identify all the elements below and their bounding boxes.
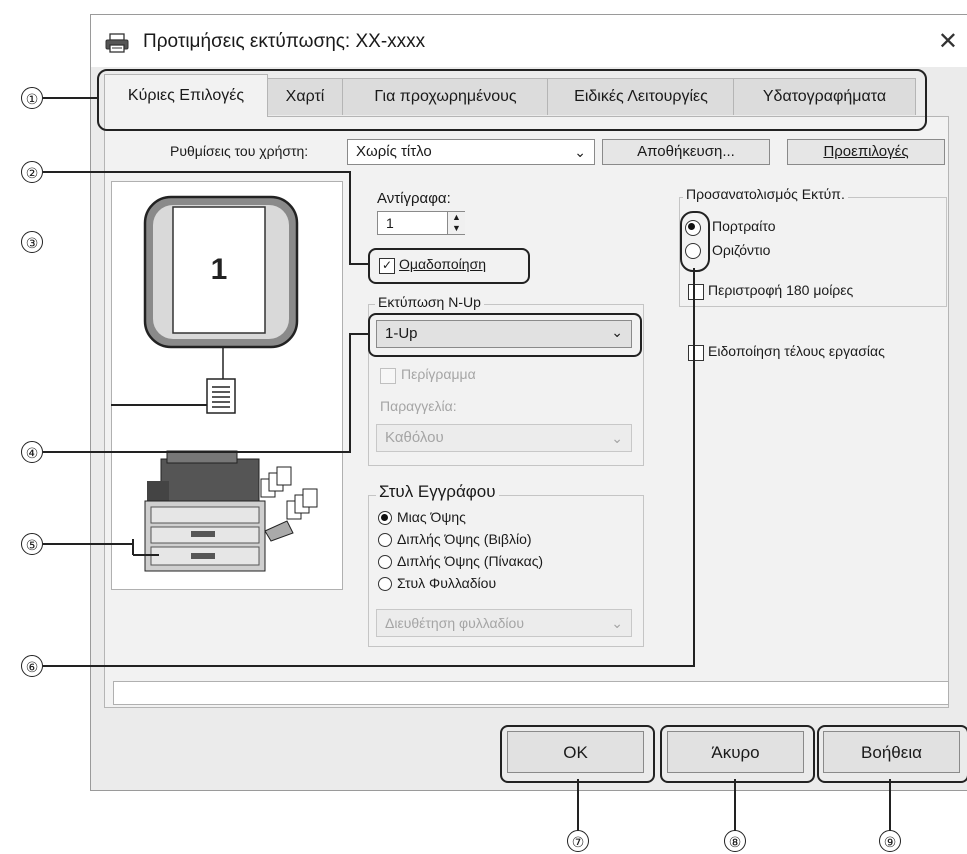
callout-7: ⑦ [567,830,589,852]
callout-8: ⑧ [724,830,746,852]
callout-3: ③ [21,231,43,253]
callout-5: ⑤ [21,533,43,555]
callout-6: ⑥ [21,655,43,677]
callout-lines [43,97,891,836]
callout-9: ⑨ [879,830,901,852]
callout-4: ④ [21,441,43,463]
callout-2: ② [21,161,43,183]
callout-1: ① [21,87,43,109]
tab-main[interactable]: Κύριες Επιλογές [104,74,268,117]
